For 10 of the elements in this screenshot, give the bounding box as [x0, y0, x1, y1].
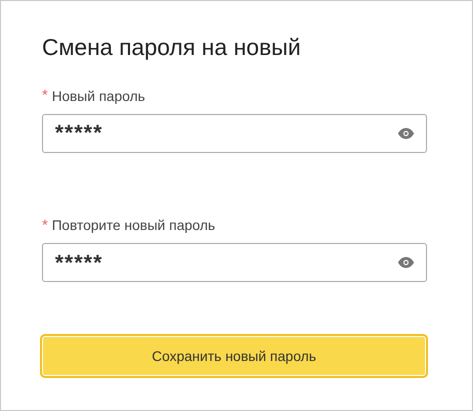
field-label: Новый пароль	[52, 86, 146, 106]
eye-icon[interactable]	[398, 128, 414, 139]
save-button[interactable]: Сохранить новый пароль	[40, 334, 428, 378]
field-label: Повторите новый пароль	[52, 216, 216, 236]
eye-icon[interactable]	[398, 257, 414, 268]
required-mark: *	[42, 86, 48, 106]
password-field[interactable]: *****	[42, 243, 427, 282]
password-field[interactable]: *****	[42, 114, 427, 153]
required-mark: *	[42, 216, 48, 236]
form-title: Смена пароля на новый	[42, 33, 302, 62]
